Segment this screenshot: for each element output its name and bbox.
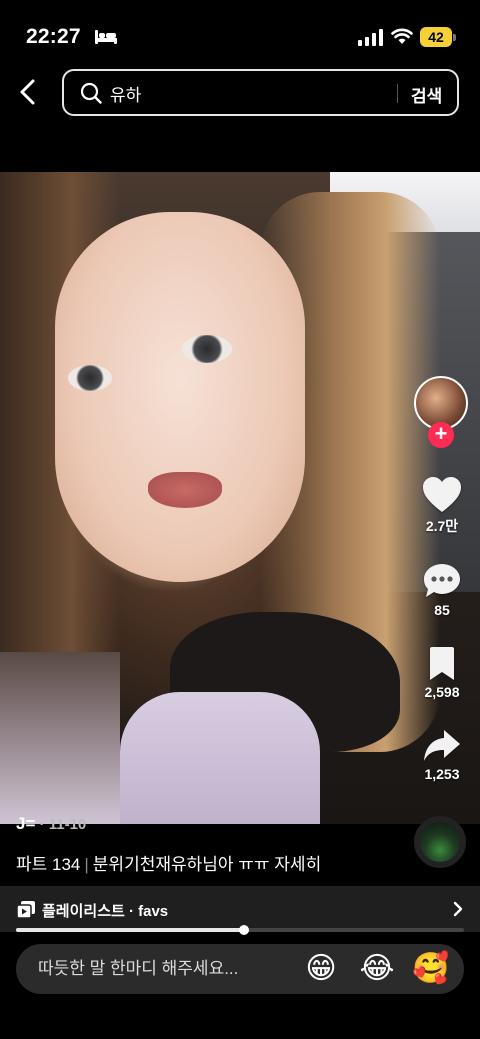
username[interactable]: J= <box>16 814 35 833</box>
comment-bar: 😁 😂 🥰 <box>16 944 464 994</box>
post-date: · 11-10 <box>35 816 87 833</box>
video-eye-right <box>182 335 232 363</box>
status-bar: 22:27 42 <box>0 0 480 62</box>
bookmark-button[interactable]: 2,598 <box>410 646 474 700</box>
wifi-icon <box>391 28 413 44</box>
chevron-left-icon <box>20 79 35 105</box>
caption-part: 파트 134 <box>16 855 81 874</box>
playlist-icon <box>17 901 35 918</box>
comment-input[interactable] <box>38 957 288 981</box>
search-box[interactable]: 검색 <box>62 69 459 116</box>
comment-icon <box>424 564 460 597</box>
progress-thumb[interactable] <box>239 925 250 935</box>
search-button[interactable]: 검색 <box>411 82 442 107</box>
emoji-love-button[interactable]: 🥰 <box>412 950 450 988</box>
share-button[interactable]: 1,253 <box>410 728 474 782</box>
battery-icon: 42 <box>420 27 456 47</box>
video-eye-left <box>68 365 112 391</box>
share-count: 1,253 <box>424 766 460 782</box>
emoji-grin-button[interactable]: 😁 <box>302 950 340 988</box>
comment-count: 85 <box>434 602 450 618</box>
search-input[interactable] <box>110 81 380 105</box>
music-disc[interactable] <box>414 816 466 868</box>
emoji-laugh-button[interactable]: 😂 <box>358 950 396 988</box>
search-divider <box>397 84 398 103</box>
heart-icon <box>423 477 461 512</box>
video-progress-bar[interactable] <box>16 925 464 935</box>
bed-icon <box>95 30 117 44</box>
share-icon <box>424 730 460 761</box>
battery-level: 42 <box>428 29 444 45</box>
video-sweater <box>120 692 320 824</box>
caption-text: 분위기천재유하님아 ㅠㅠ 자세히 <box>92 855 322 874</box>
chevron-right-icon <box>453 901 463 917</box>
progress-fill <box>16 928 245 932</box>
like-count: 2.7만 <box>425 518 459 534</box>
status-time: 22:27 <box>26 25 81 48</box>
follow-button[interactable]: + <box>428 422 454 448</box>
search-icon <box>80 82 102 104</box>
bookmark-icon <box>430 647 454 680</box>
caption-separator: | <box>84 855 89 874</box>
video-lips <box>148 472 222 508</box>
video-fur <box>0 652 120 824</box>
back-button[interactable] <box>14 76 44 108</box>
signal-icon <box>358 29 383 46</box>
playlist-label: 플레이리스트 · favs <box>42 903 169 920</box>
like-button[interactable]: 2.7만 <box>410 476 474 536</box>
video-player[interactable] <box>0 172 480 824</box>
bookmark-count: 2,598 <box>424 684 460 700</box>
comment-button[interactable]: 85 <box>410 562 474 618</box>
post-author-row: J= · 11-10 <box>16 814 86 834</box>
post-caption[interactable]: 파트 134 | 분위기천재유하님아 ㅠㅠ 자세히 <box>16 850 321 875</box>
video-face <box>55 212 305 582</box>
